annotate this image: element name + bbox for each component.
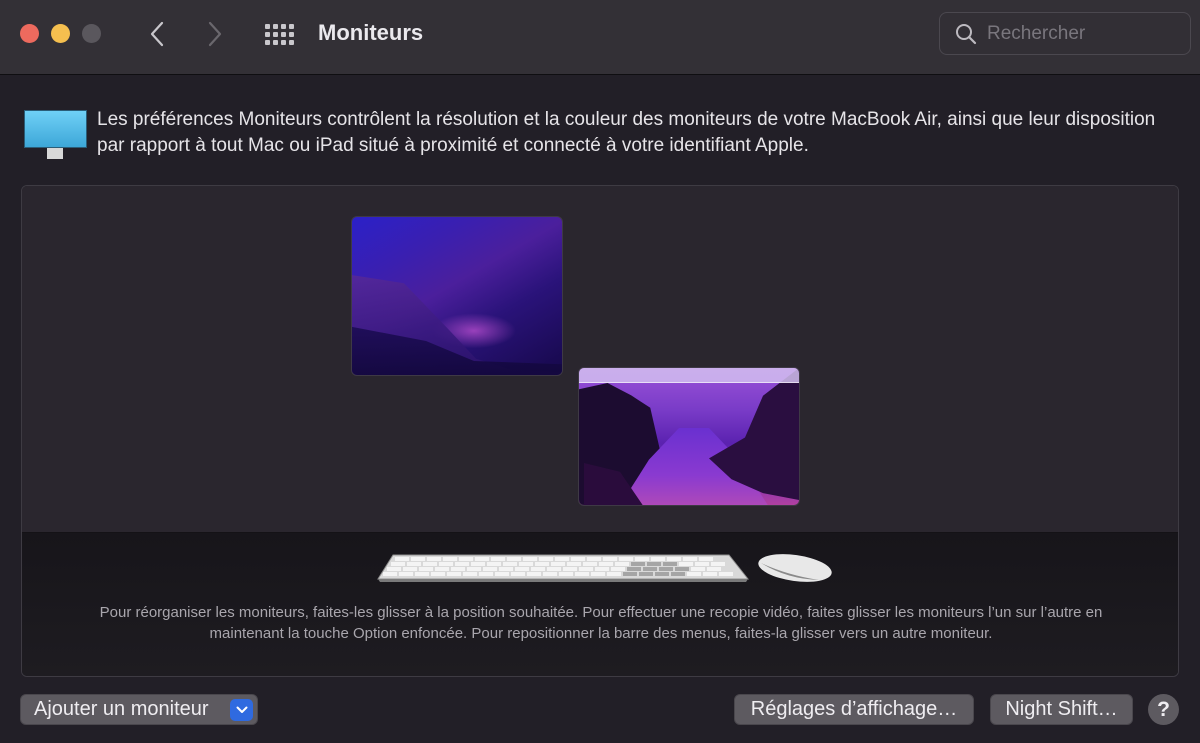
display-icon	[24, 110, 88, 160]
peripherals-area: Pour réorganiser les moniteurs, faites-l…	[22, 532, 1178, 676]
forward-button[interactable]	[200, 18, 230, 50]
primary-display[interactable]	[351, 216, 563, 376]
search-icon	[956, 24, 977, 45]
window-title: Moniteurs	[318, 20, 424, 45]
zoom-button[interactable]	[82, 24, 101, 43]
show-all-button[interactable]	[263, 22, 295, 46]
chevron-left-icon	[150, 21, 164, 47]
display-arrangement-area	[22, 186, 1178, 532]
secondary-display[interactable]	[578, 367, 800, 506]
add-monitor-label: Ajouter un moniteur	[34, 698, 209, 720]
keyboard-icon	[377, 554, 749, 582]
title-bar: Moniteurs	[0, 0, 1200, 75]
mouse-icon	[758, 554, 832, 582]
menu-bar-handle[interactable]	[579, 368, 799, 383]
close-button[interactable]	[20, 24, 39, 43]
display-settings-button[interactable]: Réglages d’affichage…	[734, 694, 974, 725]
help-button[interactable]: ?	[1148, 694, 1179, 725]
back-button[interactable]	[142, 18, 172, 50]
arrangement-help-text: Pour réorganiser les moniteurs, faites-l…	[99, 604, 1103, 642]
chevron-down-icon	[230, 699, 253, 721]
arrangement-panel: Pour réorganiser les moniteurs, faites-l…	[21, 185, 1179, 677]
description-text: Les préférences Moniteurs contrôlent la …	[97, 109, 1156, 156]
search-field[interactable]	[939, 12, 1191, 55]
minimize-button[interactable]	[51, 24, 70, 43]
night-shift-button[interactable]: Night Shift…	[990, 694, 1133, 725]
chevron-right-icon	[208, 21, 222, 47]
search-input[interactable]	[987, 21, 1182, 47]
add-monitor-button[interactable]: Ajouter un moniteur	[20, 694, 258, 725]
